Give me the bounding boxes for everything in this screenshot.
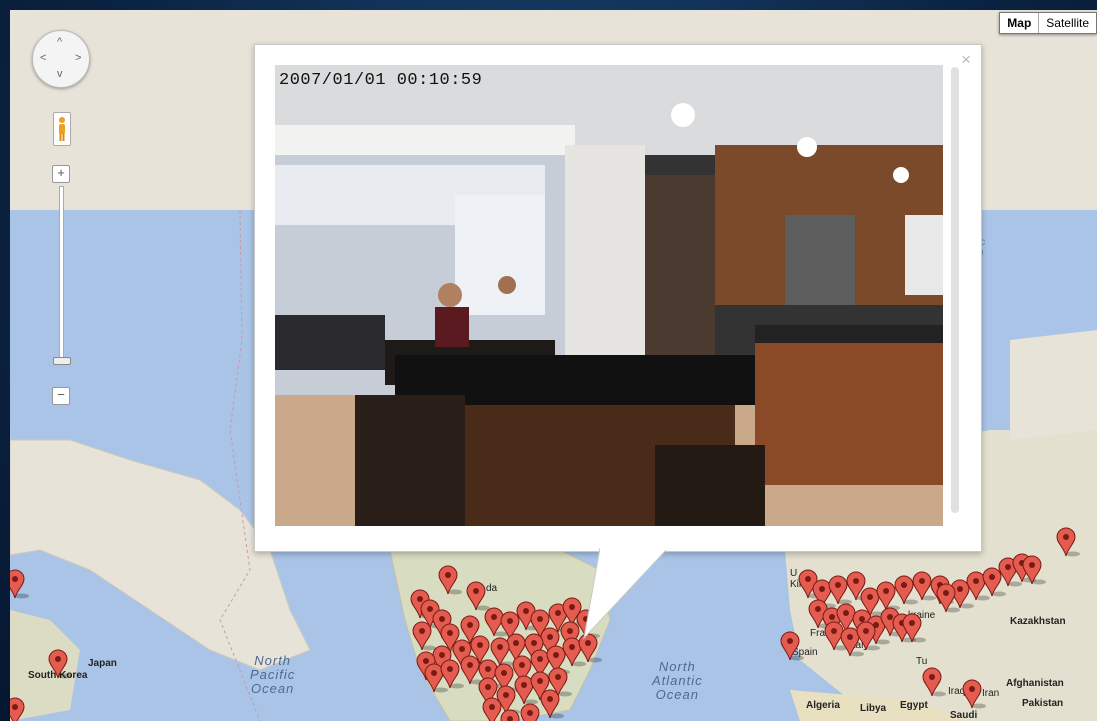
map-pin-icon[interactable] [466, 581, 490, 611]
map-pin-icon[interactable] [520, 703, 544, 721]
map-pin-icon[interactable] [1056, 527, 1080, 557]
scrollbar[interactable] [951, 67, 959, 513]
map-pin-icon[interactable] [10, 569, 29, 599]
map-pin-icon[interactable] [780, 631, 804, 661]
map-pin-icon[interactable] [10, 697, 29, 721]
world-map[interactable]: Map Satellite ^ v < > + − North Pacific … [10, 10, 1097, 721]
map-pin-icon[interactable] [438, 565, 462, 595]
screen: Map Satellite ^ v < > + − North Pacific … [0, 0, 1097, 721]
info-window: × 2007/01/01 00:10:59 [254, 44, 982, 552]
camera-timestamp: 2007/01/01 00:10:59 [279, 71, 483, 90]
webcam-image: 2007/01/01 00:10:59 [275, 65, 943, 526]
map-pin-icon[interactable] [922, 667, 946, 697]
map-pin-icon[interactable] [962, 679, 986, 709]
map-pin-icon[interactable] [48, 649, 72, 679]
map-pin-icon[interactable] [500, 709, 524, 721]
close-icon[interactable]: × [961, 51, 971, 68]
info-window-pointer [583, 548, 669, 640]
